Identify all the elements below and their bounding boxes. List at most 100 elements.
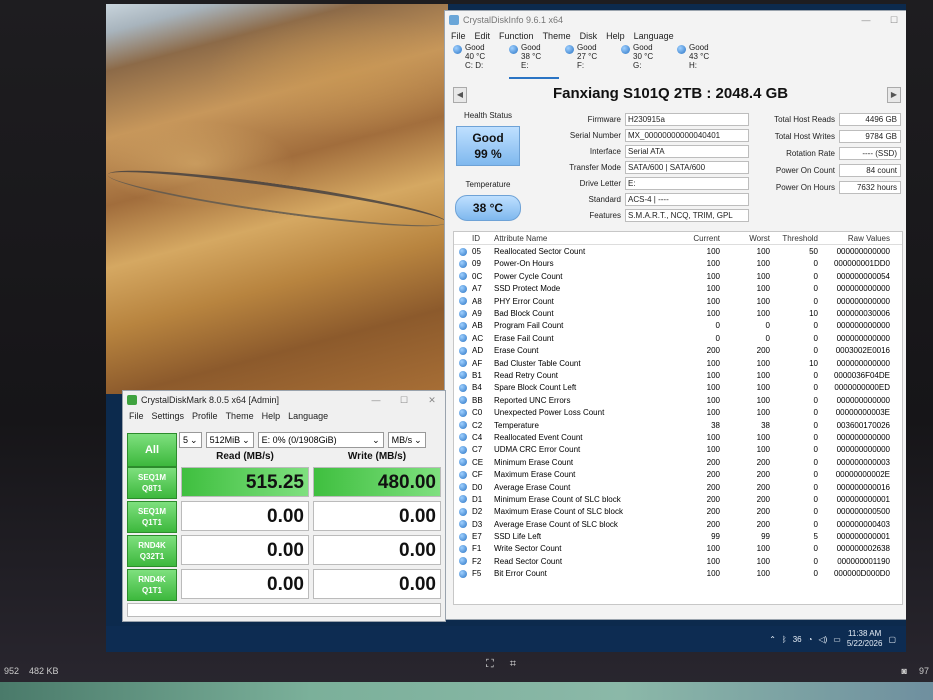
disk-title: Fanxiang S101Q 2TB : 2048.4 GB	[553, 85, 789, 102]
menu-file[interactable]: File	[451, 31, 466, 41]
smart-row[interactable]: F2 Read Sector Count 100 100 0 000000001190	[454, 555, 902, 567]
wifi-icon[interactable]: ◔	[808, 635, 813, 644]
smart-row[interactable]: F1 Write Sector Count 100 100 0 000000002638	[454, 543, 902, 555]
bluetooth-icon[interactable]: ᛒ	[782, 635, 787, 644]
smart-raw: 003600170026	[836, 420, 890, 430]
comment-field[interactable]	[127, 603, 441, 617]
smart-row[interactable]: 05 Reallocated Sector Count 100 100 50 000000…	[454, 245, 902, 257]
status-dot-icon	[459, 259, 467, 268]
smart-row[interactable]: B4 Spare Block Count Left 100 100 0 000000000…	[454, 382, 902, 394]
fit-screen-icon[interactable]: ⛶	[486, 658, 494, 671]
maximize-button[interactable]: ☐	[881, 15, 906, 26]
test-button-rnd4k-q1t1[interactable]: RND4K Q1T1	[127, 569, 177, 601]
smart-row[interactable]: B1 Read Retry Count 100 100 0 0000036F04DE	[454, 369, 902, 381]
smart-row[interactable]: AF Bad Cluster Table Count 100 100 10 0000000…	[454, 357, 902, 369]
menu-edit[interactable]: Edit	[475, 31, 491, 41]
smart-worst: 100	[756, 432, 770, 442]
menu-language[interactable]: Language	[634, 31, 674, 41]
smart-row[interactable]: C2 Temperature 38 38 0 003600170026	[454, 419, 902, 431]
close-button[interactable]: ✕	[419, 395, 445, 406]
menu-settings[interactable]: Settings	[152, 411, 185, 421]
health-status-button[interactable]: Good 99 %	[456, 126, 520, 166]
status-dot-cell	[454, 569, 472, 578]
menu-function[interactable]: Function	[499, 31, 534, 41]
menu-disk[interactable]: Disk	[580, 31, 598, 41]
smart-threshold: 0	[813, 271, 818, 281]
smart-row[interactable]: AC Erase Fail Count 0 0 0 000000000000	[454, 332, 902, 344]
test-button-seq1m-q1t1[interactable]: SEQ1M Q1T1	[127, 501, 177, 533]
smart-row[interactable]: D3 Average Erase Count of SLC block 200 200…	[454, 518, 902, 530]
test-name: SEQ1M	[137, 507, 166, 516]
smart-row[interactable]: CF Maximum Erase Count 200 200 0 00000000002E	[454, 468, 902, 480]
size-select[interactable]: 512MiB ⌄	[205, 432, 254, 448]
menu-profile[interactable]: Profile	[192, 411, 218, 421]
header-raw[interactable]: Raw Values	[818, 234, 894, 243]
smart-row[interactable]: C7 UDMA CRC Error Count 100 100 0 00000000000…	[454, 444, 902, 456]
drive-button-selected[interactable]: Good 38 °C E:	[509, 43, 559, 79]
smart-row[interactable]: A9 Bad Block Count 100 100 10 000000030006	[454, 307, 902, 319]
smart-row[interactable]: D2 Maximum Erase Count of SLC block 200 200…	[454, 506, 902, 518]
notification-icon[interactable]: ▢	[888, 635, 896, 644]
smart-id: A9	[472, 309, 482, 319]
minimize-button[interactable]: —	[363, 395, 389, 406]
smart-worst: 0	[765, 321, 770, 331]
unit-select[interactable]: MB/s ⌄	[387, 432, 426, 448]
chevron-up-icon[interactable]: ⌃	[769, 635, 776, 644]
drive-select[interactable]: E: 0% (0/1908GiB) ⌄	[257, 432, 384, 448]
menu-help[interactable]: Help	[262, 411, 281, 421]
cdi-titlebar[interactable]: CrystalDiskInfo 9.6.1 x64 — ☐	[445, 11, 906, 29]
battery-icon[interactable]: ▭	[833, 635, 841, 644]
drive-button[interactable]: Good 43 °C H:	[677, 43, 727, 79]
smart-row[interactable]: C0 Unexpected Power Loss Count 100 100 0 0000…	[454, 406, 902, 418]
menu-theme[interactable]: Theme	[543, 31, 571, 41]
drive-button[interactable]: Good 40 °C C: D:	[453, 43, 503, 79]
menu-theme[interactable]: Theme	[226, 411, 254, 421]
header-attribute[interactable]: Attribute Name	[494, 234, 666, 243]
smart-row[interactable]: 09 Power-On Hours 100 100 0 000000001DD0	[454, 258, 902, 270]
camera-icon[interactable]: ◙	[902, 666, 907, 676]
test-button-seq1m-q8t1[interactable]: SEQ1M Q8T1	[127, 467, 177, 499]
smart-row[interactable]: C4 Reallocated Event Count 100 100 0 00000000…	[454, 431, 902, 443]
header-threshold[interactable]: Threshold	[770, 234, 818, 243]
count-select[interactable]: 5 ⌄	[179, 432, 202, 448]
header-current[interactable]: Current	[666, 234, 720, 243]
test-button-rnd4k-q32t1[interactable]: RND4K Q32T1	[127, 535, 177, 567]
smart-row[interactable]: A8 PHY Error Count 100 100 0 000000000000	[454, 295, 902, 307]
smart-row[interactable]: E7 SSD Life Left 99 99 5 000000000001	[454, 530, 902, 542]
health-label: Health Status	[463, 111, 513, 120]
smart-table[interactable]: ID Attribute Name Current Worst Threshol…	[453, 231, 903, 605]
all-button[interactable]: All	[127, 433, 177, 467]
scan-icon[interactable]: ⌗	[510, 658, 516, 671]
smart-row[interactable]: 0C Power Cycle Count 100 100 0 000000000054	[454, 270, 902, 282]
clock[interactable]: 11:38 AM 5/22/2026	[847, 629, 883, 649]
maximize-button[interactable]: ☐	[391, 395, 417, 406]
smart-row[interactable]: CE Minimum Erase Count 200 200 0 000000000003	[454, 456, 902, 468]
smart-row[interactable]: AB Program Fail Count 0 0 0 000000000000	[454, 320, 902, 332]
prev-disk-button[interactable]: ◀	[453, 87, 467, 103]
menu-file[interactable]: File	[129, 411, 144, 421]
temperature-value[interactable]: 38 °C	[455, 195, 521, 221]
smart-row[interactable]: D0 Average Erase Count 200 200 0 000000000016	[454, 481, 902, 493]
next-disk-button[interactable]: ▶	[887, 87, 901, 103]
header-id[interactable]: ID	[472, 234, 494, 243]
drive-button[interactable]: Good 30 °C G:	[621, 43, 671, 79]
smart-row[interactable]: F5 Bit Error Count 100 100 0 000000D000D0	[454, 568, 902, 580]
smart-raw: 000000000000	[836, 247, 890, 257]
menu-language[interactable]: Language	[288, 411, 328, 421]
minimize-button[interactable]: —	[853, 15, 879, 26]
status-dot-icon	[459, 272, 467, 281]
cdm-titlebar[interactable]: CrystalDiskMark 8.0.5 x64 [Admin] — ☐ ✕	[123, 391, 445, 409]
smart-row[interactable]: AD Erase Count 200 200 0 0003002E0016	[454, 345, 902, 357]
smart-row[interactable]: BB Reported UNC Errors 100 100 0 000000000000	[454, 394, 902, 406]
menu-help[interactable]: Help	[606, 31, 625, 41]
drive-button[interactable]: Good 27 °C F:	[565, 43, 615, 79]
smart-row[interactable]: A7 SSD Protect Mode 100 100 0 000000000000	[454, 283, 902, 295]
header-worst[interactable]: Worst	[720, 234, 770, 243]
smart-current: 100	[706, 408, 720, 418]
smart-raw: 000000000000	[836, 432, 890, 442]
volume-icon[interactable]: ◁)	[818, 635, 827, 644]
smart-threshold: 0	[813, 569, 818, 579]
crystaldiskmark-window: CrystalDiskMark 8.0.5 x64 [Admin] — ☐ ✕ …	[122, 390, 446, 622]
smart-row[interactable]: D1 Minimum Erase Count of SLC block 200 200…	[454, 493, 902, 505]
tray-badge[interactable]: 36	[793, 635, 802, 644]
